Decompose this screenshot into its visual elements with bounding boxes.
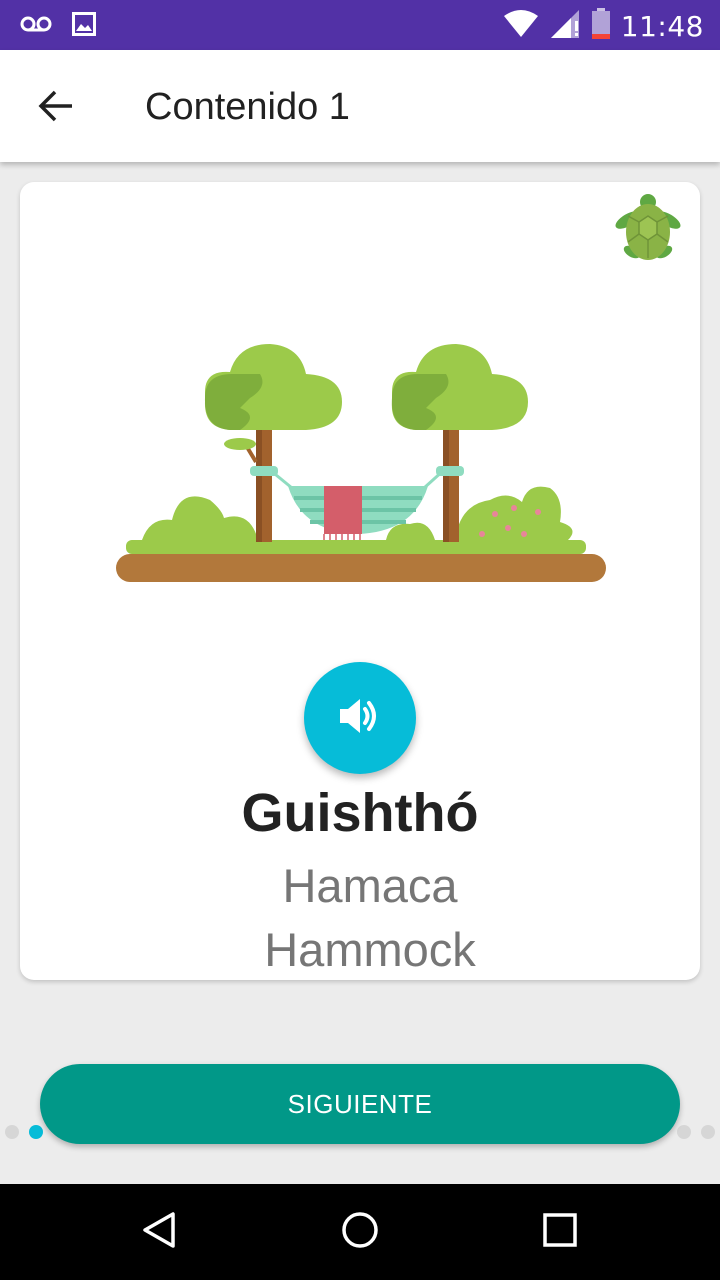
home-circle-icon (340, 1210, 380, 1255)
turtle-icon (610, 190, 686, 266)
nav-recents-button[interactable] (536, 1208, 584, 1256)
recents-square-icon (540, 1210, 580, 1255)
content-card: Guishthó Hamaca Hammock (20, 182, 700, 980)
hammock-illustration (110, 332, 610, 592)
play-audio-button[interactable] (304, 662, 416, 774)
signal-icon (549, 9, 581, 44)
pager-dot-active (29, 1125, 43, 1139)
status-bar-right: 11:48 (503, 8, 704, 45)
status-bar: 11:48 (0, 0, 720, 50)
translation-es: Hamaca (282, 859, 458, 912)
next-button[interactable]: SIGUIENTE (40, 1064, 680, 1144)
status-time: 11:48 (620, 10, 704, 43)
page-title: Contenido 1 (145, 86, 350, 128)
pager-dot (701, 1125, 715, 1139)
nav-home-button[interactable] (336, 1208, 384, 1256)
pager-dot (677, 1125, 691, 1139)
pager-dot (5, 1125, 19, 1139)
back-triangle-icon (140, 1210, 180, 1255)
status-bar-left (20, 12, 96, 41)
image-icon (72, 12, 96, 41)
voicemail-icon (20, 14, 52, 39)
back-button[interactable] (30, 82, 82, 134)
wifi-icon (503, 10, 539, 43)
nav-back-button[interactable] (136, 1208, 184, 1256)
word-title: Guishthó (241, 783, 479, 843)
battery-icon (591, 8, 611, 45)
arrow-back-icon (38, 90, 74, 127)
system-nav-bar (0, 1184, 720, 1280)
volume-icon (338, 696, 382, 741)
app-bar: Contenido 1 (0, 50, 720, 162)
translation-en: Hammock (264, 923, 476, 976)
